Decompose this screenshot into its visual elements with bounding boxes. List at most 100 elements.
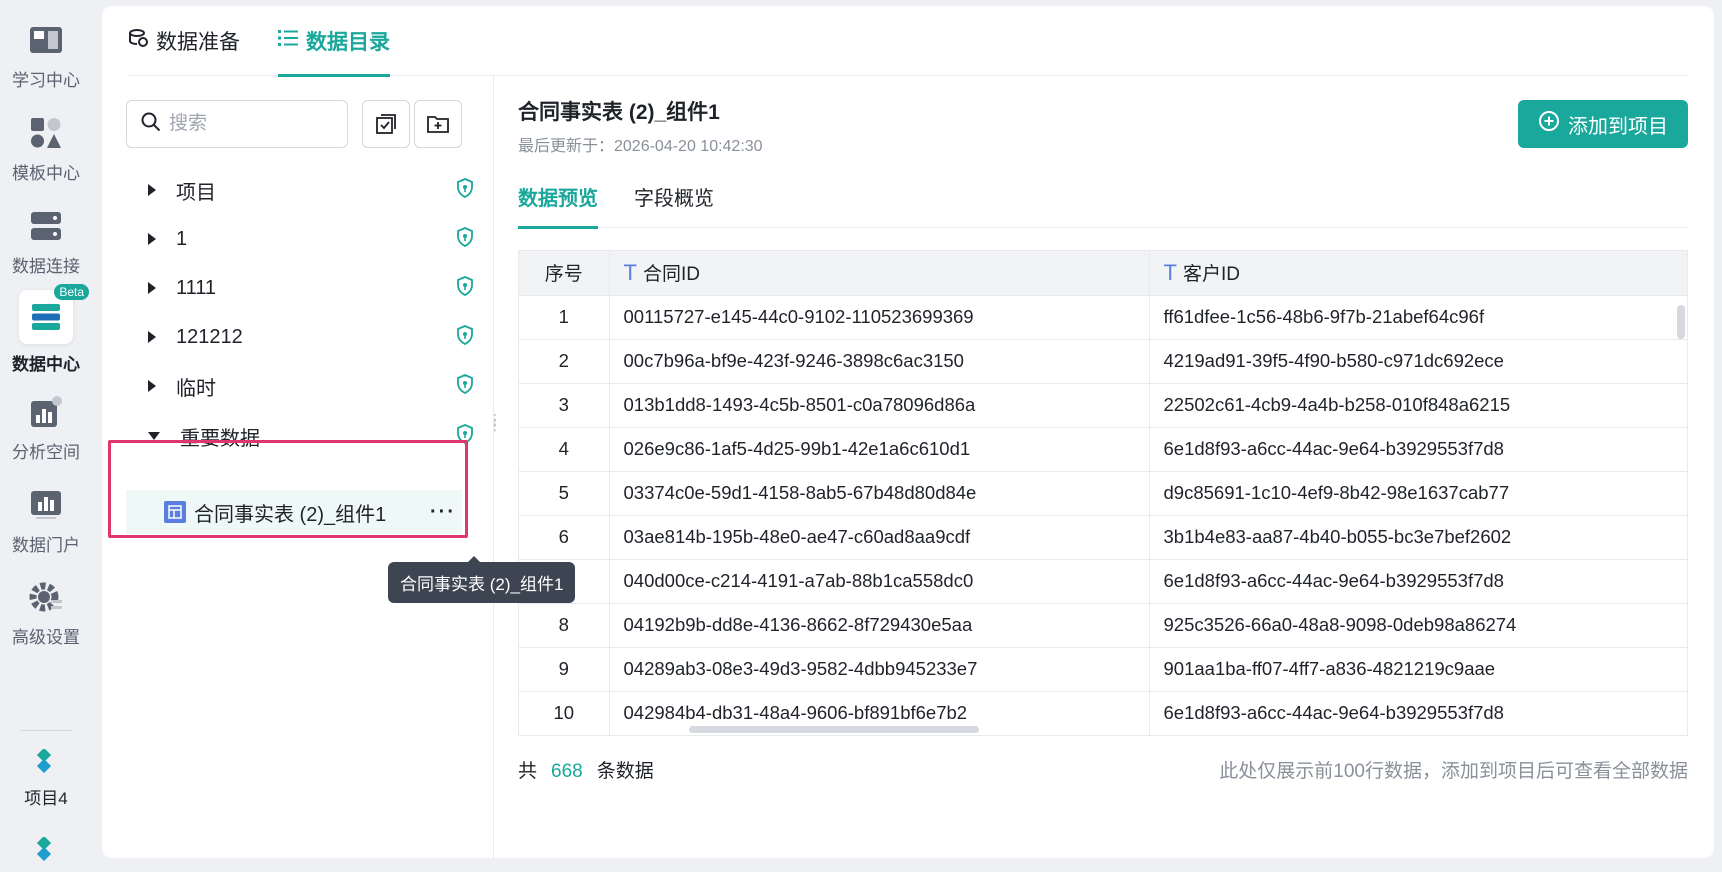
- table-row: 9 04289ab3-08e3-49d3-9582-4dbb945233e7 901…: [519, 647, 1687, 692]
- caret-right-icon[interactable]: [148, 331, 156, 343]
- caret-right-icon[interactable]: [148, 233, 156, 245]
- tree-item[interactable]: 1111: [142, 266, 482, 310]
- tab-data-preview[interactable]: 数据预览: [518, 182, 598, 229]
- search-input[interactable]: [169, 113, 339, 135]
- table-row: 1 00115727-e145-44c0-9102-110523699369 ff6…: [519, 295, 1687, 340]
- rail-item-analysis[interactable]: 分析空间: [0, 392, 92, 463]
- caret-right-icon[interactable]: [148, 282, 156, 294]
- resize-handle[interactable]: ⋮ ⋮: [488, 412, 502, 432]
- text-type-icon: T: [623, 260, 637, 286]
- cell-customer-id: 6e1d8f93-a6cc-44ac-9e64-b3929553f7d8: [1149, 427, 1687, 472]
- catalog-tree-pane: 项目 1 1111 121212 临时 重要数据: [102, 76, 576, 858]
- rail-item-data-center[interactable]: Beta 数据中心: [0, 284, 92, 375]
- rail-item-learning[interactable]: 学习中心: [0, 20, 92, 91]
- folder-add-icon: [427, 116, 449, 133]
- table-row: 7040d00ce-c214-4191-a7ab-88b1ca558dc06e1…: [519, 559, 1687, 604]
- cell-customer-id: 6e1d8f93-a6cc-44ac-9e64-b3929553f7d8: [1149, 691, 1687, 735]
- cell-index: 2: [519, 339, 610, 384]
- search-box[interactable]: [126, 100, 348, 148]
- rail-label: 学习中心: [12, 71, 80, 90]
- tooltip: 合同事实表 (2)_组件1: [388, 556, 576, 603]
- table-row: 6 03ae814b-195b-48e0-ae47-c60ad8aa9cdf 3b1…: [519, 515, 1687, 560]
- shield-icon: [456, 275, 474, 301]
- cell-contract-id: 00115727-e145-44c0-9102-110523699369: [609, 295, 1150, 340]
- column-header-customer-id[interactable]: T 客户ID: [1149, 251, 1687, 296]
- shield-icon: [456, 177, 474, 203]
- dataset-title: 合同事实表 (2)_组件1: [518, 101, 720, 124]
- rail-item-project4[interactable]: 项目4: [0, 748, 92, 809]
- cell-customer-id: 901aa1ba-ff07-4ff7-a836-4821219c9aae: [1149, 647, 1687, 692]
- caret-down-icon[interactable]: [148, 432, 160, 440]
- project-icon: [26, 836, 66, 866]
- cell-contract-id: 04289ab3-08e3-49d3-9582-4dbb945233e7: [609, 647, 1150, 692]
- cell-index: 8: [519, 603, 610, 648]
- dataset-detail: 合同事实表 (2)_组件1 最后更新于：2026-04-20 10:42:30 …: [518, 76, 1688, 858]
- table-row: 8 04192b9b-dd8e-4136-8662-8f729430e5aa 925…: [519, 603, 1687, 648]
- portal-icon: [26, 485, 66, 525]
- cell-contract-id: 013b1dd8-1493-4c5b-8501-c0a78096d86a: [609, 383, 1150, 428]
- cell-customer-id: 4219ad91-39f5-4f90-b580-c971dc692ece: [1149, 339, 1687, 384]
- tree-item[interactable]: 项目: [142, 168, 482, 212]
- cell-index: 10: [519, 691, 610, 735]
- cell-customer-id: 6e1d8f93-a6cc-44ac-9e64-b3929553f7d8: [1149, 559, 1687, 604]
- data-center-icon: Beta: [19, 284, 89, 344]
- top-tabs: 数据准备 数据目录: [128, 6, 1688, 77]
- detail-tabs: 数据预览 字段概览: [518, 182, 1688, 229]
- cell-index: 9: [519, 647, 610, 692]
- rail-divider: [20, 730, 72, 731]
- rail-label: 模板中心: [12, 164, 80, 183]
- tab-label: 数据目录: [306, 31, 390, 54]
- cell-index: 1: [519, 295, 610, 340]
- batch-select-button[interactable]: [362, 100, 410, 148]
- rail-label: 数据门户: [12, 536, 80, 555]
- tab-data-prep[interactable]: 数据准备: [128, 6, 240, 76]
- tree-item-label: 临时: [176, 377, 216, 400]
- nav-rail: 学习中心 模板中心 数据连接 Beta 数据中心 分析空间 数据门户 高级设置 …: [0, 0, 100, 872]
- column-header-index[interactable]: 序号: [519, 251, 610, 296]
- table-header-row: 序号 T 合同ID T 客户ID: [519, 251, 1687, 296]
- text-type-icon: T: [1163, 260, 1177, 286]
- last-updated: 最后更新于：2026-04-20 10:42:30: [518, 138, 763, 155]
- shield-icon: [456, 226, 474, 252]
- data-prep-icon: [128, 28, 148, 54]
- beta-badge: Beta: [54, 284, 89, 300]
- rail-item-template[interactable]: 模板中心: [0, 113, 92, 184]
- rail-label: 项目4: [24, 789, 68, 808]
- tab-field-overview[interactable]: 字段概览: [634, 182, 714, 228]
- project-icon: [26, 748, 66, 778]
- row-count: 共 668 条数据: [518, 756, 654, 783]
- rail-label: 数据中心: [12, 355, 80, 374]
- cell-contract-id: 04192b9b-dd8e-4136-8662-8f729430e5aa: [609, 603, 1150, 648]
- rail-label: 高级设置: [12, 628, 80, 647]
- table-row: 3 013b1dd8-1493-4c5b-8501-c0a78096d86a 225…: [519, 383, 1687, 428]
- cell-index: 6: [519, 515, 610, 560]
- cell-customer-id: 3b1b4e83-aa87-4b40-b055-bc3e7bef2602: [1149, 515, 1687, 560]
- analysis-icon: [26, 392, 66, 432]
- rail-item-portal[interactable]: 数据门户: [0, 485, 92, 556]
- search-icon: [141, 112, 161, 137]
- caret-right-icon[interactable]: [148, 380, 156, 392]
- tree-item-label: 项目: [176, 181, 216, 204]
- new-folder-button[interactable]: [414, 100, 462, 148]
- rail-label: 数据连接: [12, 257, 80, 276]
- cell-customer-id: d9c85691-1c10-4ef9-8b42-98e1637cab77: [1149, 471, 1687, 516]
- rail-label: 分析空间: [12, 443, 80, 462]
- rail-item-more-project[interactable]: [0, 836, 92, 866]
- rail-item-settings[interactable]: 高级设置: [0, 577, 92, 648]
- cell-customer-id: 925c3526-66a0-48a8-9098-0deb98a86274: [1149, 603, 1687, 648]
- checkbox-edit-icon: [376, 114, 396, 134]
- row-count-suffix: 条数据: [596, 761, 654, 782]
- horizontal-scrollbar[interactable]: [689, 726, 979, 733]
- caret-right-icon[interactable]: [148, 184, 156, 196]
- cell-contract-id: 03374c0e-59d1-4158-8ab5-67b48d80d84e: [609, 471, 1150, 516]
- add-to-project-button[interactable]: 添加到项目: [1518, 100, 1688, 148]
- vertical-scrollbar[interactable]: [1677, 305, 1685, 339]
- column-header-contract-id[interactable]: T 合同ID: [609, 251, 1150, 296]
- tree-item[interactable]: 临时: [142, 364, 482, 408]
- plus-circle-icon: [1538, 110, 1560, 138]
- rail-item-data-connect[interactable]: 数据连接: [0, 206, 92, 277]
- tree-item[interactable]: 121212: [142, 315, 482, 359]
- tab-data-catalog[interactable]: 数据目录: [278, 6, 390, 77]
- tree-item[interactable]: 1: [142, 217, 482, 261]
- shield-icon: [456, 324, 474, 350]
